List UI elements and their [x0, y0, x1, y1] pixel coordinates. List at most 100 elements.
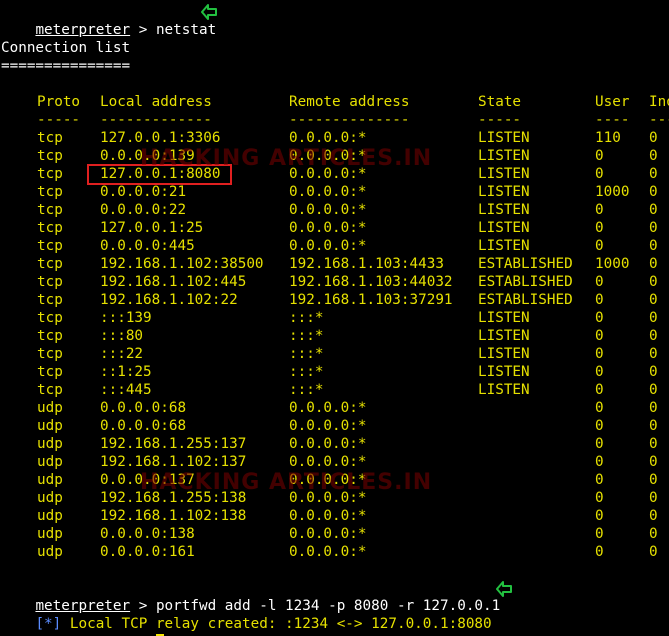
cell-state: LISTEN [478, 310, 530, 326]
dash-remote: -------------- [289, 112, 410, 128]
cell-remote-address: 0.0.0.0:* [289, 508, 367, 524]
prompt-line-netstat: meterpreter > netstat [1, 3, 216, 38]
prompt-label: meterpreter [35, 22, 131, 38]
cell-state: LISTEN [478, 364, 530, 380]
table-header: Proto Local address Remote address State… [0, 93, 669, 111]
table-row: tcp::1:25:::* LISTEN 0 0 [0, 363, 669, 381]
cell-remote-address: 0.0.0.0:* [289, 220, 367, 236]
cell-user: 0 [595, 310, 604, 326]
cell-state: LISTEN [478, 328, 530, 344]
table-row: tcp 127.0.0.1:3306 0.0.0.0:* LISTEN 110 0 [0, 129, 669, 147]
cell-local-address: 192.168.1.102:138 [100, 508, 247, 524]
prompt-line-current[interactable]: meterpreter > [1, 615, 164, 636]
cell-state: LISTEN [478, 130, 530, 146]
cell-state: LISTEN [478, 382, 530, 398]
cell-inode: 0 [649, 454, 658, 470]
cell-remote-address: :::* [289, 310, 324, 326]
cell-user: 0 [595, 166, 604, 182]
cell-remote-address: 0.0.0.0:* [289, 130, 367, 146]
cell-proto: tcp [37, 202, 63, 218]
table-row: tcp 0.0.0.0:21 0.0.0.0:* LISTEN 1000 0 [0, 183, 669, 201]
cell-state: LISTEN [478, 346, 530, 362]
cell-local-address: 0.0.0.0:68 [100, 418, 187, 434]
cell-inode: 0 [649, 526, 658, 542]
cell-inode: 0 [649, 238, 658, 254]
cell-inode: 0 [649, 148, 658, 164]
cell-proto: udp [37, 544, 63, 560]
cell-local-address: 192.168.1.102:137 [100, 454, 247, 470]
cell-remote-address: 0.0.0.0:* [289, 184, 367, 200]
cell-local-address: 192.168.1.102:22 [100, 292, 238, 308]
dash-proto: ----- [37, 112, 81, 128]
cell-local-address: 192.168.1.102:445 [100, 274, 247, 290]
cell-proto: tcp [37, 166, 63, 182]
dash-state: ----- [478, 112, 522, 128]
cell-local-address: :::445 [100, 382, 152, 398]
table-row: tcp 192.168.1.102:22 192.168.1.103:37291 ES… [0, 291, 669, 309]
cell-proto: tcp [37, 238, 63, 254]
cell-inode: 0 [649, 220, 658, 236]
cell-local-address: 127.0.0.1:3306 [100, 130, 221, 146]
cell-inode: 0 [649, 472, 658, 488]
terminal-window[interactable]: meterpreter > netstat Connection list ==… [0, 0, 669, 636]
cell-local-address: 0.0.0.0:22 [100, 202, 187, 218]
cell-inode: 0 [649, 184, 658, 200]
table-row: tcp 0.0.0.0:22 0.0.0.0:* LISTEN 0 0 [0, 201, 669, 219]
header-local-address: Local address [100, 94, 212, 110]
cell-proto: tcp [37, 148, 63, 164]
cell-user: 0 [595, 472, 604, 488]
table-row: udp 192.168.1.255:137 0.0.0.0:* 0 0 [0, 435, 669, 453]
cell-remote-address: :::* [289, 346, 324, 362]
cell-user: 0 [595, 346, 604, 362]
cell-proto: tcp [37, 274, 63, 290]
watermark-top: HACKING ARTICLES.IN [140, 146, 433, 171]
cell-user: 0 [595, 490, 604, 506]
cell-proto: udp [37, 418, 63, 434]
cell-inode: 0 [649, 310, 658, 326]
cell-proto: tcp [37, 346, 63, 362]
cell-proto: tcp [37, 292, 63, 308]
cell-user: 0 [595, 436, 604, 452]
cell-inode: 0 [649, 400, 658, 416]
cell-state: LISTEN [478, 220, 530, 236]
cell-inode: 0 [649, 544, 658, 560]
prompt-line-portfwd: meterpreter > portfwd add -l 1234 -p 808… [1, 579, 500, 614]
cell-user: 0 [595, 454, 604, 470]
cell-remote-address: 0.0.0.0:* [289, 418, 367, 434]
cell-local-address: 0.0.0.0:21 [100, 184, 187, 200]
cell-state: ESTABLISHED [478, 292, 573, 308]
table-row: tcp:::22:::* LISTEN 0 0 [0, 345, 669, 363]
cell-inode: 0 [649, 202, 658, 218]
cell-local-address: 192.168.1.102:38500 [100, 256, 264, 272]
cell-local-address: 0.0.0.0:138 [100, 526, 195, 542]
cell-remote-address: 192.168.1.103:4433 [289, 256, 444, 272]
cell-inode: 0 [649, 292, 658, 308]
cell-proto: udp [37, 400, 63, 416]
cell-remote-address: :::* [289, 364, 324, 380]
cell-user: 1000 [595, 256, 630, 272]
cell-proto: tcp [37, 328, 63, 344]
cell-proto: udp [37, 436, 63, 452]
command-text: > netstat [130, 22, 217, 38]
table-row: tcp:::139:::* LISTEN 0 0 [0, 309, 669, 327]
cell-user: 0 [595, 292, 604, 308]
cell-inode: 0 [649, 130, 658, 146]
cell-local-address: ::1:25 [100, 364, 152, 380]
cell-user: 0 [595, 148, 604, 164]
cell-proto: udp [37, 490, 63, 506]
table-row: udp 0.0.0.0:68 0.0.0.0:* 0 0 [0, 399, 669, 417]
table-row: tcp:::445:::* LISTEN 0 0 [0, 381, 669, 399]
cell-user: 0 [595, 544, 604, 560]
table-row: udp 192.168.1.102:138 0.0.0.0:* 0 0 [0, 507, 669, 525]
dash-inode: ----- [649, 112, 669, 128]
cell-proto: udp [37, 526, 63, 542]
cell-inode: 0 [649, 274, 658, 290]
table-row: tcp 127.0.0.1:25 0.0.0.0:* LISTEN 0 0 [0, 219, 669, 237]
table-row: udp 0.0.0.0:161 0.0.0.0:* 0 0 [0, 543, 669, 561]
cell-remote-address: 0.0.0.0:* [289, 544, 367, 560]
relay-message: [*] Local TCP relay created: :1234 <-> 1… [1, 597, 491, 632]
cell-proto: udp [37, 508, 63, 524]
cell-proto: tcp [37, 184, 63, 200]
table-row: udp 0.0.0.0:68 0.0.0.0:* 0 0 [0, 417, 669, 435]
cell-inode: 0 [649, 328, 658, 344]
